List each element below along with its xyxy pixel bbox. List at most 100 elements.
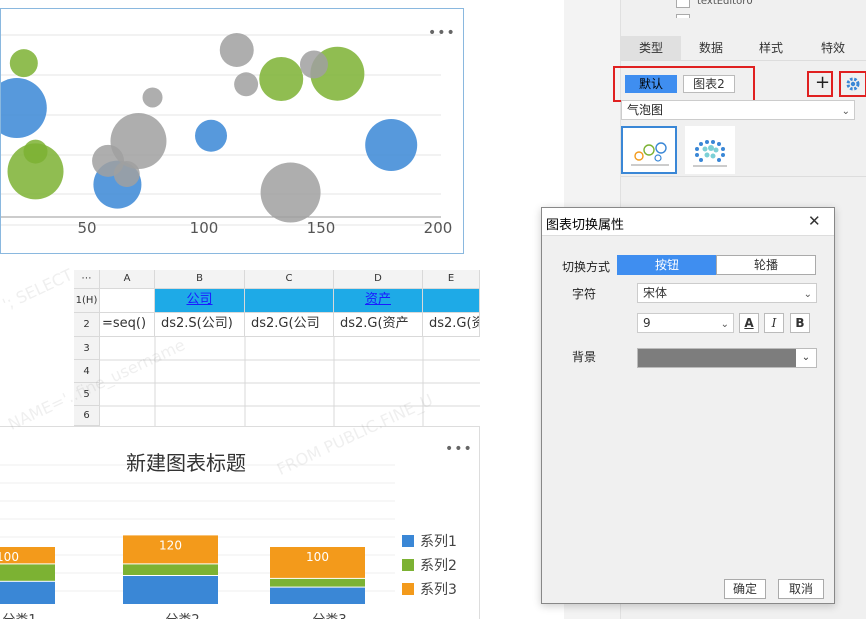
x-tick-label: 200 (424, 219, 453, 237)
bar-segment[interactable] (270, 587, 365, 604)
cell-a2[interactable]: =seq() (100, 313, 155, 337)
tab-divider (621, 60, 866, 61)
gear-icon[interactable] (845, 76, 861, 92)
column-header-b[interactable]: B (155, 270, 245, 289)
bubble-mark[interactable] (142, 87, 163, 108)
category-label: 分类3 (312, 613, 346, 619)
bubble-chart-type-option[interactable] (621, 126, 677, 174)
row-header-2[interactable]: 2 (74, 313, 100, 337)
dot-map-chart-type-option[interactable] (685, 126, 735, 174)
bubble-chart-type-icon (631, 142, 669, 166)
report-canvas: 50 100 150 200 ••• ⋯ A B C D E 1(H) 公司 资产 2… (0, 0, 480, 619)
column-header-a[interactable]: A (100, 270, 155, 289)
bubble-chart-plot: 50 100 150 200 (1, 32, 453, 237)
bar-segment[interactable] (0, 564, 55, 581)
cell-d1[interactable]: 资产 (334, 289, 423, 313)
bubble-chart[interactable]: 50 100 150 200 ••• (0, 8, 464, 254)
x-tick-label: 150 (307, 219, 336, 237)
tree-checkbox[interactable] (676, 14, 690, 18)
legend-swatch[interactable] (402, 583, 414, 595)
background-color-picker[interactable]: ⌄ (637, 348, 817, 368)
row-header-3[interactable]: 3 (74, 337, 100, 360)
switch-mode-button-option[interactable]: 按钮 (617, 255, 717, 275)
bubble-mark[interactable] (260, 162, 321, 223)
switch-mode-carousel-option[interactable]: 轮播 (716, 255, 816, 275)
dialog-title-bar: 图表切换属性 ✕ (542, 208, 834, 236)
tree-item-label[interactable]: textEditor0 (697, 0, 753, 7)
legend-swatch[interactable] (402, 559, 414, 571)
italic-button[interactable]: I (764, 313, 784, 333)
category-label: 分类1 (2, 613, 36, 619)
tab-effects[interactable]: 特效 (803, 36, 863, 60)
font-color-button[interactable]: A (739, 313, 759, 333)
chart-more-menu-icon[interactable]: ••• (428, 25, 456, 41)
bar-segment[interactable] (123, 564, 218, 575)
bubble-mark[interactable] (259, 57, 304, 101)
legend-label[interactable]: 系列3 (420, 582, 457, 598)
chart-tab-2[interactable]: 图表2 (683, 75, 735, 93)
cell-a1[interactable] (100, 289, 155, 313)
bar-segment[interactable] (123, 576, 218, 604)
bar-total-label: 120 (159, 538, 182, 552)
ok-button[interactable]: 确定 (724, 579, 766, 599)
bar-chart-more-menu-icon[interactable]: ••• (445, 441, 473, 457)
select-all-corner[interactable]: ⋯ (74, 270, 100, 289)
stacked-bar-chart[interactable]: 100 分类1 120 分类2 100 分类3 系列1 系列2 系列3 新建图表标题 ••• (0, 426, 480, 619)
font-size-select[interactable]: 9 ⌄ (637, 313, 734, 333)
font-label: 字符 (572, 287, 597, 301)
bubble-mark[interactable] (219, 32, 254, 67)
chart-type-select[interactable]: 气泡图 ⌄ (621, 100, 855, 120)
tab-style[interactable]: 样式 (741, 36, 801, 60)
cell-c1[interactable] (245, 289, 334, 313)
column-header-d[interactable]: D (334, 270, 423, 289)
bar-total-label: 100 (306, 550, 329, 564)
chart-switch-properties-dialog: 图表切换属性 ✕ 切换方式 按钮 轮播 字符 宋体 ⌄ 9 ⌄ A I B 背景… (541, 207, 835, 604)
bar-total-label: 100 (0, 550, 19, 564)
bubble-mark[interactable] (299, 50, 328, 79)
bubble-mark[interactable] (23, 139, 48, 164)
cell-c2[interactable]: ds2.G(公司 (245, 313, 334, 337)
bubble-mark[interactable] (1, 78, 47, 139)
chevron-down-icon: ⌄ (720, 319, 729, 330)
cell-d2[interactable]: ds2.G(资产 (334, 313, 423, 337)
bubble-mark[interactable] (9, 49, 38, 78)
cell-e1[interactable] (423, 289, 480, 313)
tab-data[interactable]: 数据 (681, 36, 741, 60)
font-family-value: 宋体 (643, 286, 668, 300)
category-label: 分类2 (165, 613, 199, 619)
column-header-e[interactable]: E (423, 270, 480, 289)
x-tick-label: 100 (190, 219, 219, 237)
chart-tab-default[interactable]: 默认 (625, 75, 677, 93)
tree-checkbox[interactable] (676, 0, 690, 8)
chevron-down-icon: ⌄ (841, 106, 850, 117)
panel-divider (621, 176, 866, 177)
cell-e2[interactable]: ds2.G(资 (423, 313, 480, 337)
legend-swatch[interactable] (402, 535, 414, 547)
cancel-button[interactable]: 取消 (778, 579, 824, 599)
legend-label[interactable]: 系列1 (420, 534, 457, 550)
chart-type-value: 气泡图 (627, 103, 664, 117)
bar-segment[interactable] (270, 578, 365, 587)
cell-b1[interactable]: 公司 (155, 289, 245, 313)
legend-label[interactable]: 系列2 (420, 558, 457, 574)
bubble-mark[interactable] (195, 119, 228, 152)
font-family-select[interactable]: 宋体 ⌄ (637, 283, 817, 303)
cell-b2[interactable]: ds2.S(公司) (155, 313, 245, 337)
switch-mode-label: 切换方式 (562, 260, 611, 274)
dialog-title: 图表切换属性 (546, 218, 625, 233)
bold-button[interactable]: B (790, 313, 810, 333)
column-header-c[interactable]: C (245, 270, 334, 289)
bar-segment[interactable] (0, 581, 55, 604)
dot-cluster-icon (693, 140, 727, 167)
x-tick-label: 50 (77, 219, 96, 237)
bubble-mark[interactable] (110, 113, 167, 170)
chevron-down-icon[interactable]: ⌄ (796, 349, 816, 367)
close-icon[interactable]: ✕ (808, 212, 821, 230)
row-header-6[interactable]: 6 (74, 406, 100, 426)
tab-type[interactable]: 类型 (621, 36, 681, 60)
add-chart-icon[interactable]: + (815, 72, 830, 93)
row-header-1[interactable]: 1(H) (74, 289, 100, 313)
bubble-mark[interactable] (365, 119, 418, 171)
bubble-mark[interactable] (234, 72, 259, 97)
font-size-value: 9 (643, 316, 651, 330)
